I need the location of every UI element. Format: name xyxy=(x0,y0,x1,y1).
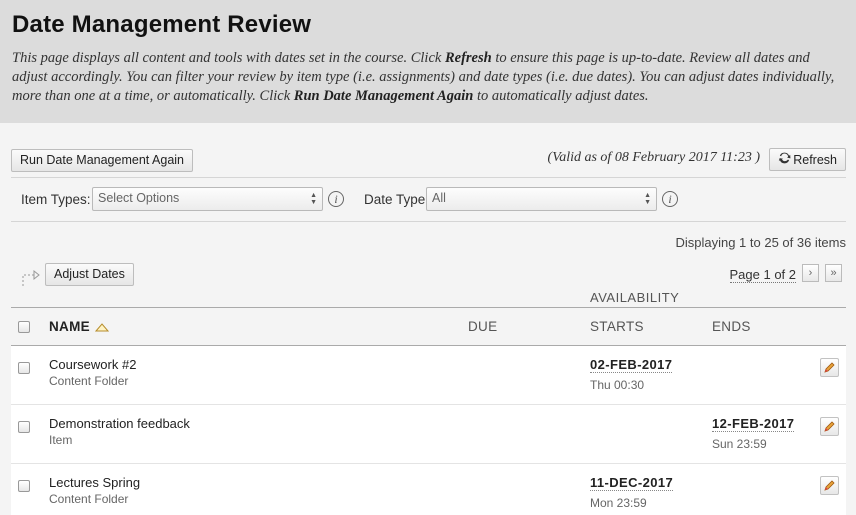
availability-group-header: AVAILABILITY xyxy=(590,290,680,305)
page-header: Date Management Review This page display… xyxy=(0,0,856,123)
item-types-info-icon[interactable]: i xyxy=(328,191,344,207)
edit-button[interactable] xyxy=(820,476,839,495)
pencil-icon xyxy=(824,480,835,491)
main-content: Run Date Management Again (Valid as of 0… xyxy=(0,148,856,515)
select-arrows-icon: ▲ ▼ xyxy=(644,192,651,206)
due-cell xyxy=(468,346,590,405)
row-checkbox[interactable] xyxy=(18,362,30,374)
due-cell xyxy=(468,464,590,515)
page-indicator-text: Page 1 of 2 xyxy=(729,267,796,283)
row-checkbox[interactable] xyxy=(18,421,30,433)
ends-time: Sun 23:59 xyxy=(712,437,767,451)
starts-date: 02-FEB-2017 xyxy=(590,357,673,373)
item-name[interactable]: Demonstration feedback xyxy=(49,416,468,431)
date-type-select[interactable]: All ▲ ▼ xyxy=(426,187,657,211)
table-row: Coursework #2 Content Folder 02-FEB-2017 T… xyxy=(11,346,846,405)
items-table: NAME DUE STARTS ENDS Coursework #2 Conten… xyxy=(11,307,846,515)
valid-as-of-text: (Valid as of 08 February 2017 11:23 ) xyxy=(547,150,760,165)
page-title: Date Management Review xyxy=(12,11,312,38)
page-description: This page displays all content and tools… xyxy=(12,49,844,106)
table-row: Lectures Spring Content Folder 11-DEC-201… xyxy=(11,464,846,515)
item-types-label: Item Types: xyxy=(21,192,91,207)
ends-date: 12-FEB-2017 xyxy=(712,416,795,432)
table-header-row: NAME DUE STARTS ENDS xyxy=(11,307,846,346)
item-type: Item xyxy=(49,433,73,447)
filter-bar: Item Types: Select Options ▲ ▼ i Date Typ… xyxy=(11,177,846,222)
select-all-cell xyxy=(11,308,49,346)
refresh-label: Refresh xyxy=(793,153,837,167)
run-date-management-button[interactable]: Run Date Management Again xyxy=(11,149,193,172)
date-type-info-icon[interactable]: i xyxy=(662,191,678,207)
pencil-icon xyxy=(824,362,835,373)
item-types-value: Select Options xyxy=(98,191,180,205)
starts-date: 11-DEC-2017 xyxy=(590,475,674,491)
table-row: Demonstration feedback Item 12-FEB-2017 Su… xyxy=(11,405,846,464)
item-type: Content Folder xyxy=(49,374,129,388)
starts-time: Mon 23:59 xyxy=(590,496,647,510)
column-name[interactable]: NAME xyxy=(49,308,468,346)
date-type-label: Date Type xyxy=(364,192,426,207)
next-page-button[interactable]: › xyxy=(802,264,819,282)
starts-time: Thu 00:30 xyxy=(590,378,645,392)
desc-text-3: to automatically adjust dates. xyxy=(473,88,649,104)
desc-refresh-keyword: Refresh xyxy=(444,50,492,66)
column-due[interactable]: DUE xyxy=(468,308,590,346)
item-name[interactable]: Lectures Spring xyxy=(49,475,468,490)
action-bar: Run Date Management Again (Valid as of 0… xyxy=(11,148,846,176)
column-ends[interactable]: ENDS xyxy=(712,308,820,346)
pencil-icon xyxy=(824,421,835,432)
date-type-value: All xyxy=(432,191,446,205)
display-count: Displaying 1 to 25 of 36 items xyxy=(675,235,846,250)
item-types-select[interactable]: Select Options ▲ ▼ xyxy=(92,187,323,211)
sort-ascending-icon xyxy=(94,323,109,332)
last-page-button[interactable]: » xyxy=(825,264,842,282)
row-checkbox[interactable] xyxy=(18,480,30,492)
desc-text-1: This page displays all content and tools… xyxy=(12,50,445,66)
column-starts[interactable]: STARTS xyxy=(590,308,712,346)
column-name-label: NAME xyxy=(49,319,90,334)
edit-button[interactable] xyxy=(820,417,839,436)
edit-button[interactable] xyxy=(820,358,839,377)
list-actions: Adjust Dates Page 1 of 2 › » AVAILABILIT… xyxy=(11,263,846,307)
desc-run-keyword: Run Date Management Again xyxy=(293,88,474,104)
refresh-icon xyxy=(778,149,791,170)
refresh-button[interactable]: Refresh xyxy=(769,148,846,171)
page-indicator[interactable]: Page 1 of 2 xyxy=(729,267,796,283)
select-arrows-icon: ▲ ▼ xyxy=(310,192,317,206)
select-all-checkbox[interactable] xyxy=(18,321,30,334)
column-actions xyxy=(820,308,846,346)
item-name[interactable]: Coursework #2 xyxy=(49,357,468,372)
adjust-dates-button[interactable]: Adjust Dates xyxy=(45,263,134,286)
selection-arrow-icon xyxy=(22,269,40,286)
due-cell xyxy=(468,405,590,464)
item-type: Content Folder xyxy=(49,492,129,506)
